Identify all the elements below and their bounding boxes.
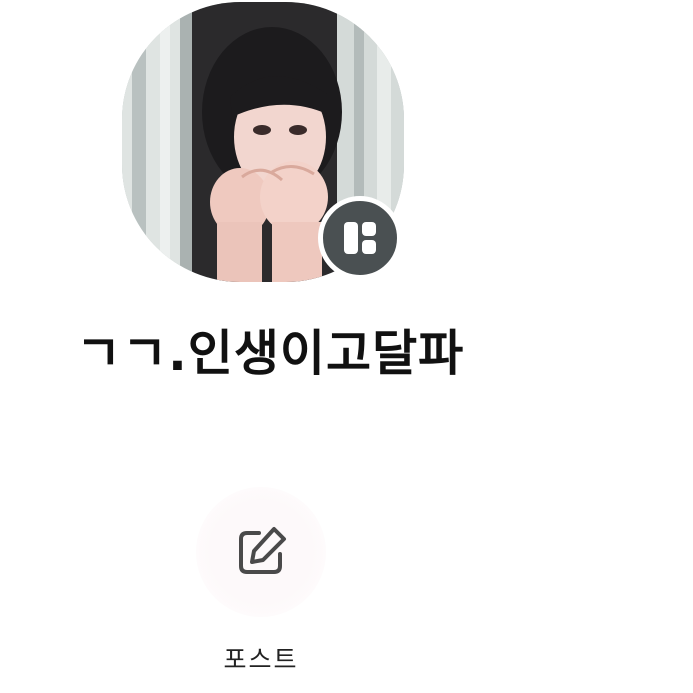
post-icon-circle[interactable] bbox=[196, 487, 326, 617]
layout-badge[interactable] bbox=[318, 196, 402, 280]
profile-page: ㄱㄱ.인생이고달파 포스트 bbox=[0, 0, 693, 693]
post-button[interactable]: 포스트 bbox=[196, 487, 326, 687]
edit-pencil-icon bbox=[239, 527, 286, 574]
profile-name: ㄱㄱ.인생이고달파 bbox=[76, 325, 465, 382]
layout-grid-icon bbox=[344, 222, 376, 254]
post-label: 포스트 bbox=[223, 645, 299, 674]
